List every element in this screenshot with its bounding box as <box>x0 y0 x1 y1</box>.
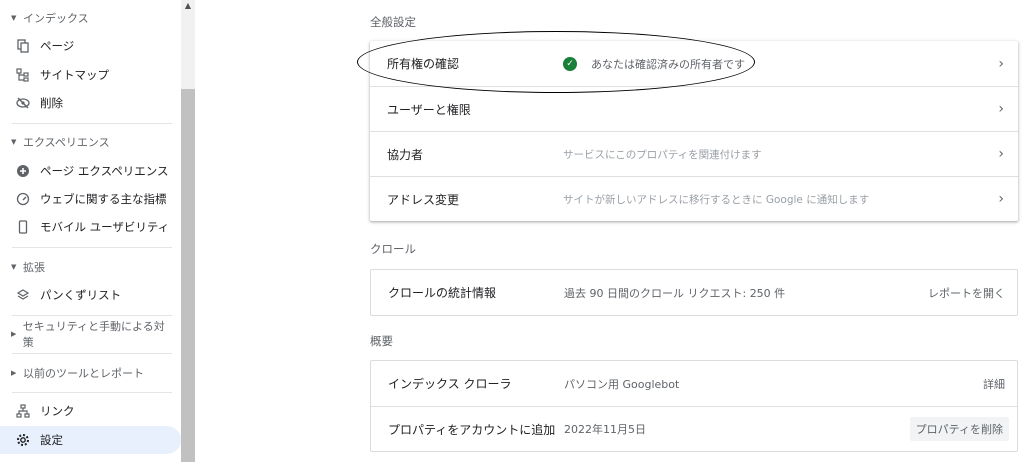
section-label: インデックス <box>23 12 89 25</box>
sidebar-divider <box>12 315 172 316</box>
caret-right-icon: ▶ <box>11 330 17 338</box>
row-label: クロールの統計情報 <box>388 286 497 300</box>
section-label: エクスペリエンス <box>23 136 110 149</box>
main-content: 全般設定 所有権の確認 ✓ あなたは確認済みの所有者です › ユーザーと権限 ›… <box>195 0 1024 462</box>
section-title-general: 全般設定 <box>370 15 416 29</box>
section-title-overview: 概要 <box>370 334 393 348</box>
sidebar-section-enhancements[interactable]: ▼ 拡張 <box>0 256 172 278</box>
removal-icon <box>16 95 40 111</box>
row-label: ユーザーと権限 <box>387 102 471 117</box>
row-value: ✓ あなたは確認済みの所有者です <box>563 56 745 72</box>
row-crawl-stats[interactable]: クロールの統計情報 過去 90 日間のクロール リクエスト: 250 件 レポー… <box>371 270 1017 315</box>
row-label: 所有権の確認 <box>387 57 460 71</box>
row-value: サイトが新しいアドレスに移行するときに Google に通知します <box>563 193 870 206</box>
caret-down-icon: ▼ <box>11 138 17 146</box>
links-icon <box>16 403 40 419</box>
overview-card: インデックス クローラ パソコン用 Googlebot 詳細 プロパティをアカウ… <box>370 360 1018 452</box>
row-value: 2022年11月5日 <box>564 423 646 436</box>
sidebar-scrollbar-thumb[interactable] <box>181 89 195 462</box>
sidebar-item-breadcrumbs[interactable]: パンくずリスト <box>0 281 181 309</box>
settings-icon <box>16 432 40 448</box>
caret-down-icon: ▼ <box>11 263 17 271</box>
chevron-right-icon: › <box>998 146 1004 162</box>
general-settings-card: 所有権の確認 ✓ あなたは確認済みの所有者です › ユーザーと権限 › 協力者 … <box>370 41 1018 221</box>
sidebar-item-sitemaps[interactable]: サイトマップ <box>0 61 181 89</box>
check-circle-icon: ✓ <box>563 56 577 71</box>
row-label: プロパティをアカウントに追加 <box>388 422 556 437</box>
open-report-link[interactable]: レポートを開く <box>928 285 1005 301</box>
row-value: パソコン用 Googlebot <box>564 377 680 391</box>
sidebar-item-label: ウェブに関する主な指標 <box>40 192 167 206</box>
row-label: アドレス変更 <box>387 192 460 207</box>
sidebar-item-label: リンク <box>40 404 75 418</box>
row-value: サービスにこのプロパティを関連付けます <box>563 148 762 161</box>
sidebar-item-mobile-usability[interactable]: モバイル ユーザビリティ <box>0 213 181 241</box>
sidebar-item-label: ページ エクスペリエンス <box>40 164 169 178</box>
sidebar: ▼ インデックス ページ サイトマップ 削除 ▼ エクスペリエンス ページ エク… <box>0 0 181 462</box>
sidebar-section-index[interactable]: ▼ インデックス <box>0 7 172 29</box>
breadcrumb-icon <box>16 287 40 303</box>
row-property-added: プロパティをアカウントに追加 2022年11月5日 プロパティを削除 <box>371 406 1017 451</box>
row-change-of-address[interactable]: アドレス変更 サイトが新しいアドレスに移行するときに Google に通知します… <box>370 176 1018 221</box>
scroll-up-arrow-icon[interactable]: ▲ <box>181 0 195 10</box>
sidebar-item-links[interactable]: リンク <box>0 397 181 425</box>
sidebar-item-page-experience[interactable]: ページ エクスペリエンス <box>0 157 181 185</box>
sidebar-item-label: モバイル ユーザビリティ <box>40 220 170 234</box>
remove-property-button[interactable]: プロパティを削除 <box>909 417 1009 441</box>
mobile-icon <box>16 219 40 235</box>
sidebar-section-legacy[interactable]: ▶ 以前のツールとレポート <box>0 362 172 384</box>
row-label: 協力者 <box>387 147 424 162</box>
caret-down-icon: ▼ <box>11 14 17 22</box>
crawl-card: クロールの統計情報 過去 90 日間のクロール リクエスト: 250 件 レポー… <box>370 269 1018 316</box>
chevron-right-icon: › <box>998 55 1004 72</box>
row-indexing-crawler: インデックス クローラ パソコン用 Googlebot 詳細 <box>371 361 1017 406</box>
sitemap-icon <box>16 67 40 83</box>
search-console-settings: ▼ インデックス ページ サイトマップ 削除 ▼ エクスペリエンス ページ エク… <box>0 0 1024 462</box>
sidebar-divider <box>12 353 172 354</box>
gauge-icon <box>16 191 40 207</box>
row-ownership-verification[interactable]: 所有権の確認 ✓ あなたは確認済みの所有者です › <box>370 41 1018 86</box>
caret-right-icon: ▶ <box>11 369 17 377</box>
row-value: 過去 90 日間のクロール リクエスト: 250 件 <box>564 286 786 300</box>
page-experience-icon <box>16 163 40 179</box>
sidebar-item-core-web-vitals[interactable]: ウェブに関する主な指標 <box>0 185 181 213</box>
row-associations[interactable]: 協力者 サービスにこのプロパティを関連付けます › <box>370 131 1018 176</box>
section-label: セキュリティと手動による対策 <box>22 320 165 349</box>
sidebar-item-pages[interactable]: ページ <box>0 32 181 60</box>
row-label: インデックス クローラ <box>388 377 512 391</box>
sidebar-item-label: パンくずリスト <box>40 288 122 302</box>
details-link[interactable]: 詳細 <box>983 376 1005 392</box>
sidebar-divider <box>12 123 172 124</box>
chevron-right-icon: › <box>998 101 1004 117</box>
row-users-permissions[interactable]: ユーザーと権限 › <box>370 86 1018 131</box>
chevron-right-icon: › <box>998 191 1004 207</box>
section-label: 拡張 <box>23 261 45 274</box>
sidebar-item-label: 削除 <box>40 96 63 110</box>
section-title-crawl: クロール <box>370 242 416 256</box>
sidebar-section-experience[interactable]: ▼ エクスペリエンス <box>0 131 172 153</box>
section-label: 以前のツールとレポート <box>23 367 144 380</box>
sidebar-item-label: ページ <box>40 39 75 53</box>
sidebar-section-security[interactable]: ▶ セキュリティと手動による対策 <box>0 320 172 349</box>
sidebar-item-removals[interactable]: 削除 <box>0 89 181 117</box>
sidebar-item-label: サイトマップ <box>40 68 109 82</box>
sidebar-divider <box>12 392 172 393</box>
sidebar-item-settings[interactable]: 設定 <box>0 426 181 454</box>
page-icon <box>16 38 40 54</box>
verified-status-text: あなたは確認済みの所有者です <box>591 57 745 71</box>
sidebar-item-label: 設定 <box>40 433 63 447</box>
sidebar-divider <box>12 247 172 248</box>
